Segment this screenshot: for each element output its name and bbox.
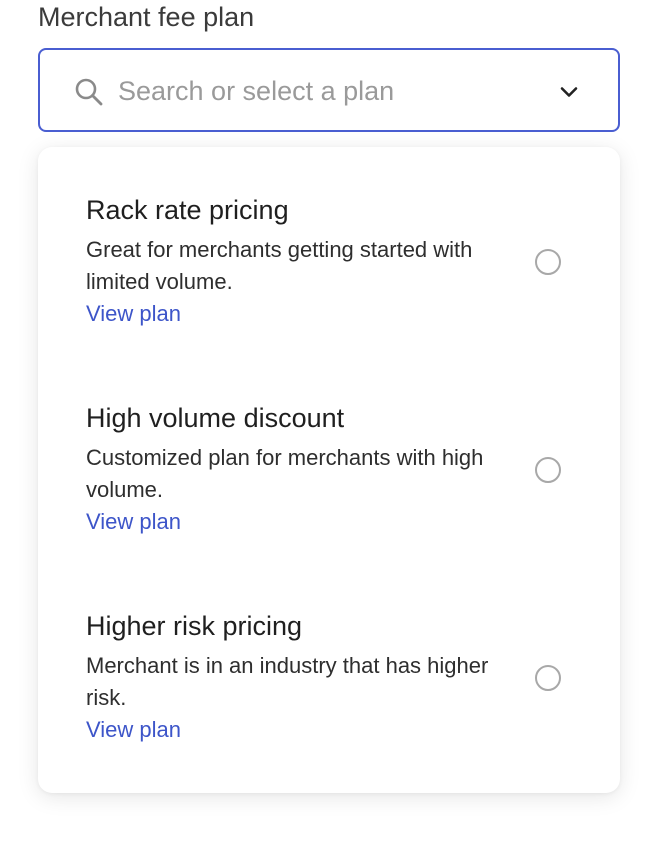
plan-option-description: Great for merchants getting started with… (86, 237, 473, 294)
plan-option-description: Customized plan for merchants with high … (86, 445, 484, 502)
plan-option-title: Higher risk pricing (86, 611, 303, 641)
plan-option-description: Merchant is in an industry that has high… (86, 653, 489, 710)
view-plan-link[interactable]: View plan (86, 714, 181, 746)
plan-radio[interactable] (535, 249, 561, 275)
plan-select[interactable] (38, 48, 620, 132)
plan-radio[interactable] (535, 665, 561, 691)
view-plan-link[interactable]: View plan (86, 506, 181, 538)
plan-radio[interactable] (535, 457, 561, 483)
plan-option-higher-risk[interactable]: Higher risk pricing Merchant is in an in… (38, 563, 620, 771)
plan-option-title: High volume discount (86, 403, 345, 433)
plan-option-high-volume[interactable]: High volume discount Customized plan for… (38, 355, 620, 563)
plan-search-input[interactable] (118, 70, 538, 112)
plan-option-rack-rate[interactable]: Rack rate pricing Great for merchants ge… (38, 147, 620, 355)
view-plan-link[interactable]: View plan (86, 298, 181, 330)
search-icon (74, 77, 104, 107)
chevron-down-icon[interactable] (558, 81, 580, 103)
field-label: Merchant fee plan (38, 2, 255, 32)
plan-dropdown-list: Rack rate pricing Great for merchants ge… (38, 147, 620, 793)
plan-option-title: Rack rate pricing (86, 195, 289, 225)
